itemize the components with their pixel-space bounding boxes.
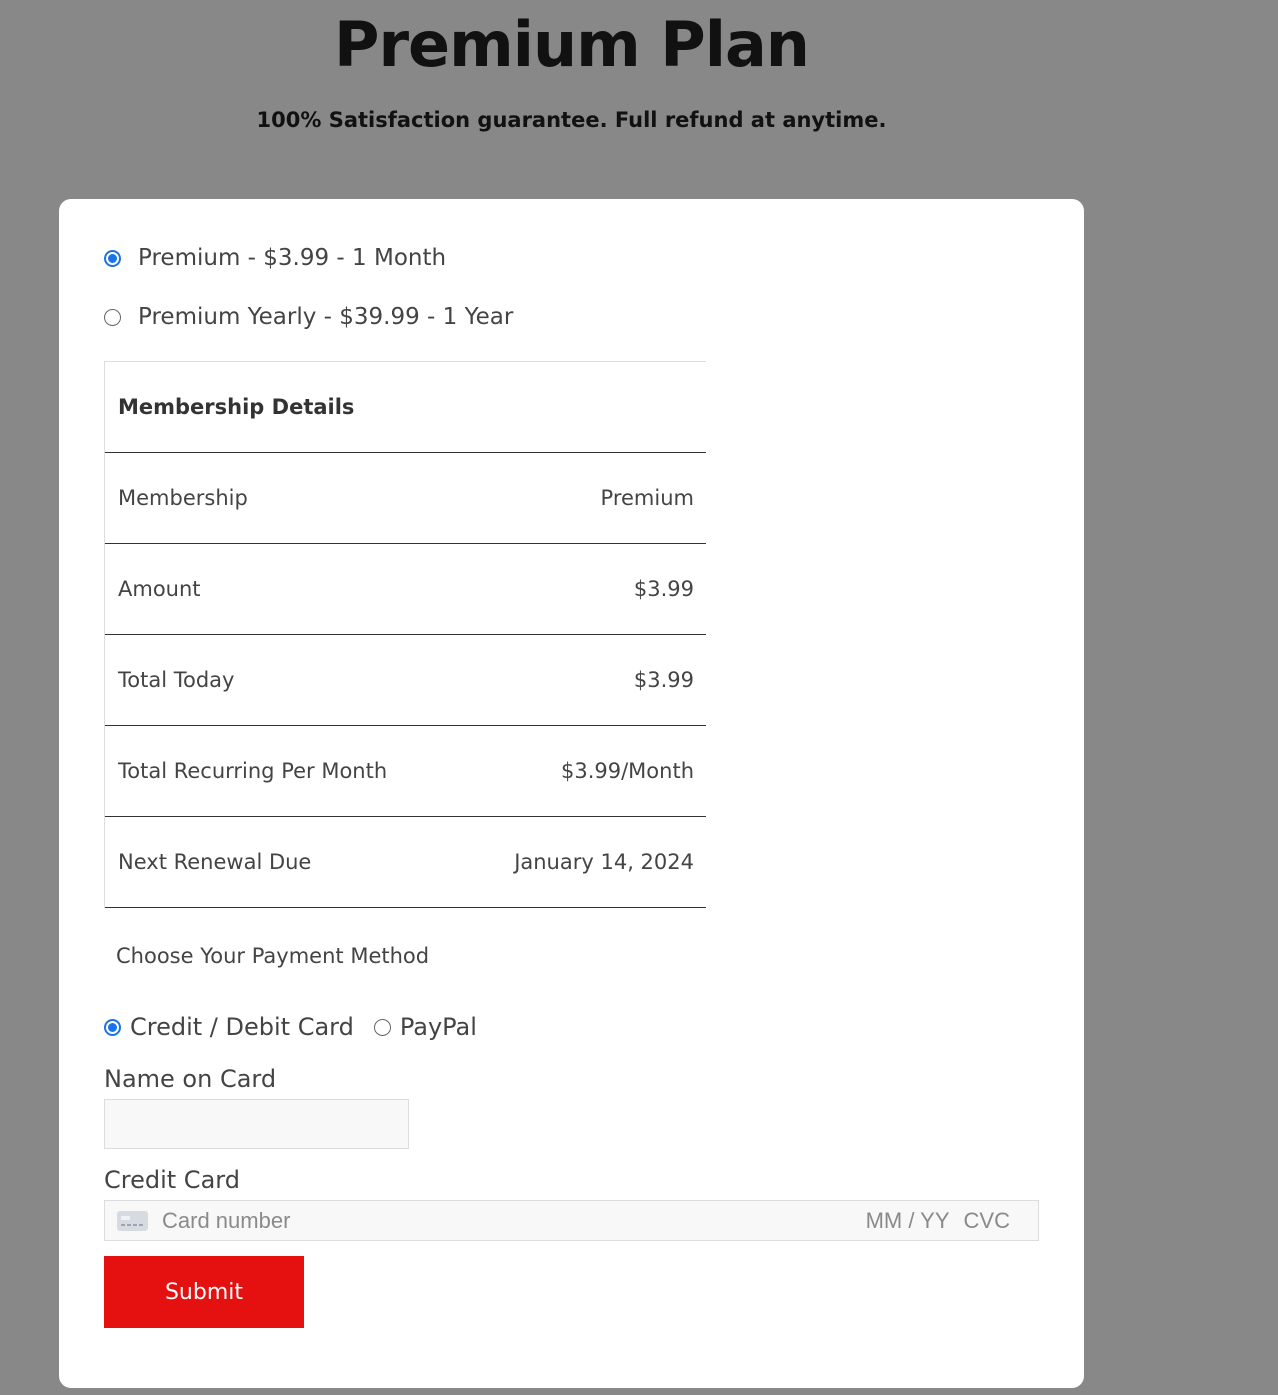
row-value-renewal: January 14, 2024 [514, 850, 694, 874]
plan-radio-premium-monthly[interactable] [104, 249, 121, 267]
plan-label-premium-monthly: Premium - $3.99 - 1 Month [138, 245, 447, 271]
row-label-renewal: Next Renewal Due [118, 850, 312, 874]
row-label-membership: Membership [118, 486, 248, 510]
table-row: Membership Premium [105, 453, 706, 544]
card-expiry-placeholder[interactable]: MM / YY [866, 1208, 950, 1234]
row-label-recurring: Total Recurring Per Month [118, 759, 388, 783]
plan-label-premium-yearly: Premium Yearly - $39.99 - 1 Year [138, 304, 514, 330]
table-row: Amount $3.99 [105, 544, 706, 635]
row-label-total-today: Total Today [118, 668, 235, 692]
payment-method-title: Choose Your Payment Method [116, 944, 430, 968]
payment-label-card: Credit / Debit Card [130, 1013, 354, 1041]
table-row: Total Recurring Per Month $3.99/Month [105, 726, 706, 817]
row-value-recurring: $3.99/Month [560, 759, 694, 783]
submit-button[interactable]: Submit [104, 1256, 304, 1328]
credit-card-input[interactable]: Card number MM / YY CVC [104, 1200, 1039, 1241]
payment-option-card[interactable]: Credit / Debit Card [104, 1013, 354, 1041]
payment-radio-card[interactable] [104, 1018, 121, 1036]
payment-option-paypal[interactable]: PayPal [373, 1013, 477, 1041]
row-label-amount: Amount [118, 577, 201, 601]
payment-method-options: Credit / Debit Card PayPal [104, 1013, 497, 1041]
name-on-card-label: Name on Card [104, 1065, 277, 1093]
row-value-amount: $3.99 [633, 577, 694, 601]
page-subtitle: 100% Satisfaction guarantee. Full refund… [256, 108, 887, 132]
credit-card-label: Credit Card [104, 1166, 240, 1194]
row-value-total-today: $3.99 [633, 668, 694, 692]
name-on-card-input[interactable] [104, 1099, 409, 1149]
plan-option-premium-monthly[interactable]: Premium - $3.99 - 1 Month [104, 245, 446, 271]
payment-label-paypal: PayPal [399, 1013, 477, 1041]
table-row: Next Renewal Due January 14, 2024 [105, 817, 706, 908]
checkout-card: Premium - $3.99 - 1 Month Premium Yearly… [59, 199, 1084, 1388]
page-title: Premium Plan [334, 8, 810, 81]
membership-details-heading: Membership Details [118, 395, 355, 419]
membership-details-table: Membership Details Membership Premium Am… [104, 361, 706, 908]
membership-details-heading-row: Membership Details [105, 362, 706, 453]
credit-card-icon [117, 1210, 148, 1231]
plan-radio-premium-yearly[interactable] [104, 308, 121, 326]
plan-option-premium-yearly[interactable]: Premium Yearly - $39.99 - 1 Year [104, 304, 513, 330]
card-number-placeholder[interactable]: Card number [162, 1208, 866, 1234]
card-cvc-placeholder[interactable]: CVC [964, 1208, 1010, 1234]
payment-radio-paypal[interactable] [373, 1018, 391, 1036]
row-value-membership: Premium [600, 486, 694, 510]
table-row: Total Today $3.99 [105, 635, 706, 726]
